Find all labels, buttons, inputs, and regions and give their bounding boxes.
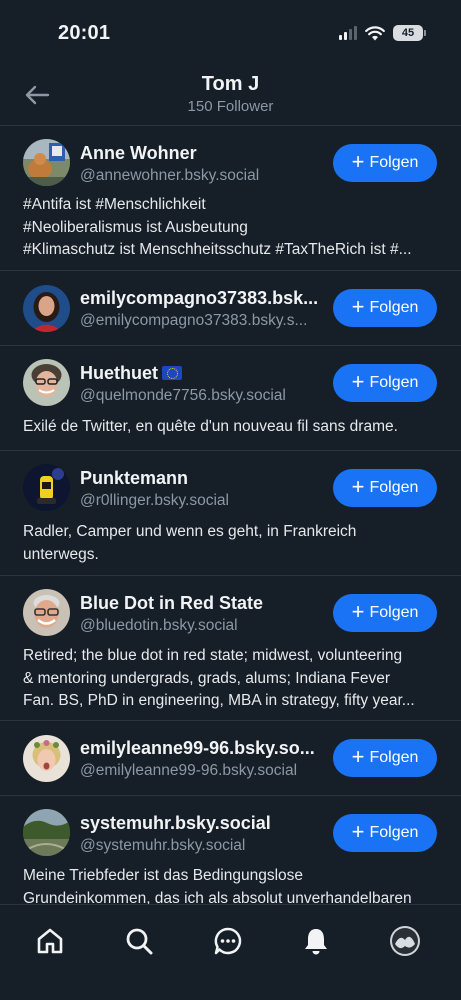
avatar[interactable] xyxy=(23,735,70,782)
follower-row[interactable]: Blue Dot in Red State @bluedotin.bsky.so… xyxy=(0,576,461,721)
avatar[interactable] xyxy=(23,359,70,406)
user-handle: @quelmonde7756.bsky.social xyxy=(80,387,286,404)
tab-profile[interactable] xyxy=(385,921,425,961)
display-name: systemuhr.bsky.social xyxy=(80,813,271,833)
wifi-icon xyxy=(365,25,385,40)
user-handle: @systemuhr.bsky.social xyxy=(80,837,246,854)
follow-label: Folgen xyxy=(369,749,419,766)
follow-button[interactable]: + Folgen xyxy=(333,144,437,182)
bio-line: Retired; the blue dot in red state; midw… xyxy=(23,647,403,664)
home-icon xyxy=(37,928,63,954)
bio-line: Exilé de Twitter, en quête d'un nouveau … xyxy=(23,418,398,435)
plus-icon: + xyxy=(351,819,365,844)
user-bio: Radler, Camper und wenn es geht, in Fran… xyxy=(23,521,441,566)
bio-line: #Neoliberalismus ist Ausbeutung xyxy=(23,218,248,236)
follow-label: Folgen xyxy=(369,299,419,316)
plus-icon: + xyxy=(351,474,365,499)
follow-label: Folgen xyxy=(369,604,419,621)
follow-button[interactable]: + Folgen xyxy=(333,814,437,852)
avatar[interactable] xyxy=(23,589,70,636)
status-icons: 45 xyxy=(339,25,426,41)
user-handle: @r0llinger.bsky.social xyxy=(80,492,229,509)
bio-line: & mentoring undergrads, grads, alums; In… xyxy=(23,669,391,687)
user-bio: Exilé de Twitter, en quête d'un nouveau … xyxy=(23,416,441,439)
follow-label: Folgen xyxy=(369,824,419,841)
follow-button[interactable]: + Folgen xyxy=(333,594,437,632)
profile-avatar xyxy=(390,926,420,956)
follower-row[interactable]: Anne Wohner @annewohner.bsky.social + Fo… xyxy=(0,126,461,271)
plus-icon: + xyxy=(351,744,365,769)
plus-icon: + xyxy=(351,369,365,394)
follow-label: Folgen xyxy=(369,374,419,391)
display-name: Blue Dot in Red State xyxy=(80,593,264,613)
follower-row[interactable]: emilycompagno37383.bsk... @emilycompagno… xyxy=(0,271,461,346)
follow-label: Folgen xyxy=(369,154,419,171)
bio-line: Fan. BS, PhD in engineering, MBA in stra… xyxy=(23,692,415,709)
follower-row[interactable]: emilyleanne99-96.bsky.so... @emilyleanne… xyxy=(0,721,461,796)
avatar[interactable] xyxy=(23,809,70,856)
tab-bar xyxy=(0,904,461,1000)
tab-home[interactable] xyxy=(30,921,70,961)
plus-icon: + xyxy=(351,599,365,624)
display-name: emilycompagno37383.bsk... xyxy=(80,288,319,308)
avatar[interactable] xyxy=(23,139,70,186)
tab-notifications[interactable] xyxy=(296,921,336,961)
tab-search[interactable] xyxy=(119,921,159,961)
display-name: emilyleanne99-96.bsky.so... xyxy=(80,738,315,758)
display-name: Anne Wohner xyxy=(80,143,197,163)
battery-icon: 45 xyxy=(393,25,426,41)
bio-line: #Antifa ist #Menschlichkeit xyxy=(23,196,206,213)
user-handle: @annewohner.bsky.social xyxy=(80,167,260,184)
bio-line: Meine Triebfeder ist das Bedingungslose xyxy=(23,867,304,884)
bio-line: #Klimaschutz ist Menschheitsschutz #TaxT… xyxy=(23,241,412,258)
bio-line: Grundeinkommen, das ich als absolut unve… xyxy=(23,889,412,905)
notifications-icon xyxy=(305,929,327,955)
plus-icon: + xyxy=(351,149,365,174)
user-bio: #Antifa ist #Menschlichkeit #Neoliberali… xyxy=(23,194,441,262)
follow-button[interactable]: + Folgen xyxy=(333,364,437,402)
user-handle: @emilyleanne99-96.bsky.social xyxy=(80,762,298,779)
user-handle: @emilycompagno37383.bsky.s... xyxy=(80,312,308,329)
follower-row[interactable]: Huethuet @quelmonde7756.bsky.social + Fo… xyxy=(0,346,461,451)
follow-button[interactable]: + Folgen xyxy=(333,739,437,777)
user-handle: @bluedotin.bsky.social xyxy=(80,617,238,634)
avatar[interactable] xyxy=(23,285,70,332)
follower-row[interactable]: systemuhr.bsky.social @systemuhr.bsky.so… xyxy=(0,796,461,904)
follower-row[interactable]: Punktemann @r0llinger.bsky.social + Folg… xyxy=(0,451,461,576)
follower-count: 150 Follower xyxy=(187,98,274,115)
avatar[interactable] xyxy=(23,464,70,511)
user-bio: Retired; the blue dot in red state; midw… xyxy=(23,645,441,713)
bio-line: Radler, Camper und wenn es geht, in Fran… xyxy=(23,523,357,540)
follow-label: Folgen xyxy=(369,479,419,496)
search-icon xyxy=(126,928,153,955)
header: Tom J 150 Follower xyxy=(0,70,461,126)
display-name: Punktemann xyxy=(80,468,189,488)
status-bar: 20:01 45 xyxy=(0,0,461,70)
follow-button[interactable]: + Folgen xyxy=(333,469,437,507)
tab-chat[interactable] xyxy=(208,921,248,961)
cellular-signal-icon xyxy=(339,26,357,40)
user-bio: Meine Triebfeder ist das Bedingungslose … xyxy=(23,865,441,904)
bio-line: unterwegs. xyxy=(23,545,99,563)
chat-icon xyxy=(214,927,242,955)
eu-flag-icon xyxy=(162,366,182,380)
status-time: 20:01 xyxy=(58,22,111,44)
display-name-text: Huethuet xyxy=(80,363,158,383)
plus-icon: + xyxy=(351,294,365,319)
page-title: Tom J xyxy=(201,73,260,95)
follow-button[interactable]: + Folgen xyxy=(333,289,437,327)
follower-list: Anne Wohner @annewohner.bsky.social + Fo… xyxy=(0,126,461,904)
display-name: Huethuet xyxy=(80,363,328,384)
